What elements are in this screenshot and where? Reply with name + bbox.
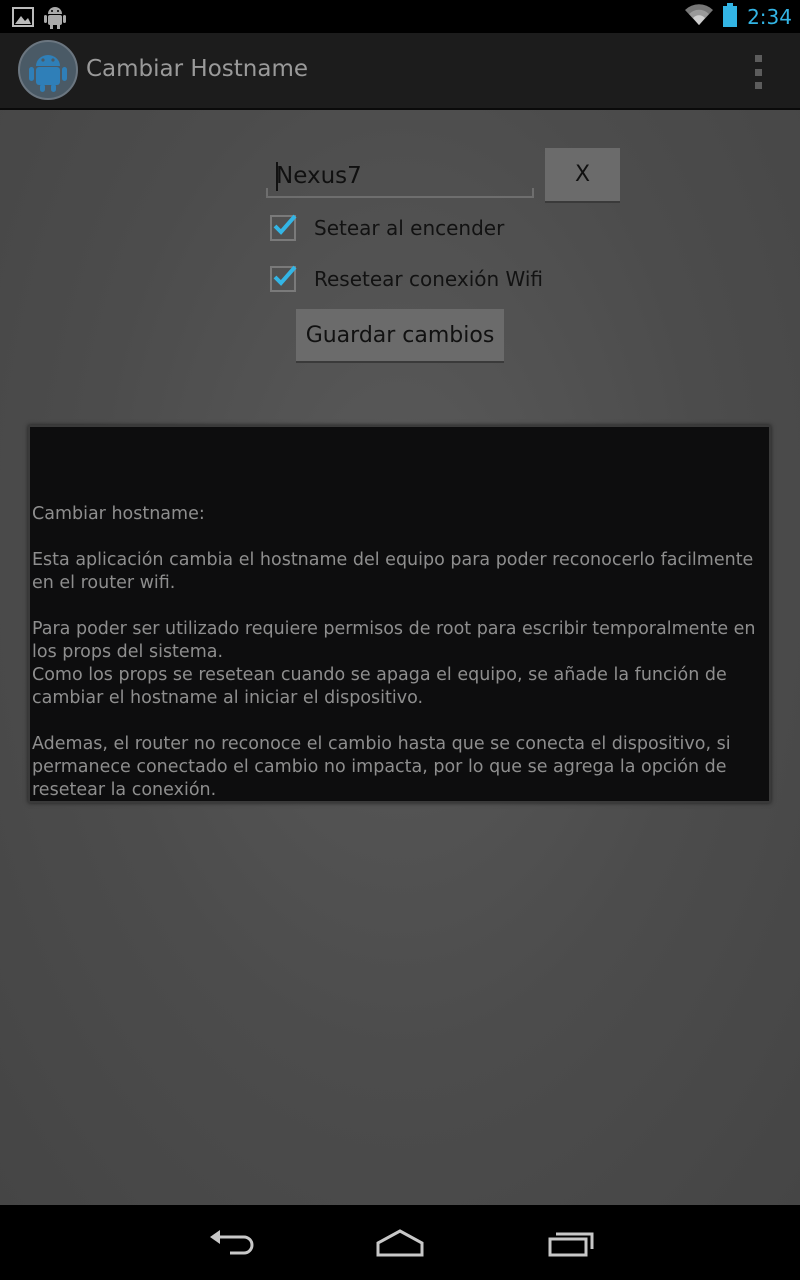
page-title: Cambiar Hostname xyxy=(86,56,309,82)
checkmark-icon xyxy=(273,214,297,235)
recent-apps-icon[interactable] xyxy=(546,1223,596,1267)
checkmark-icon xyxy=(273,265,297,286)
wifi-icon xyxy=(685,4,714,30)
text-cursor xyxy=(276,162,278,191)
navigation-bar xyxy=(0,1205,800,1280)
status-bar: 2:34 xyxy=(0,0,800,33)
info-paragraph-2b: Como los props se resetean cuando se apa… xyxy=(32,665,727,708)
battery-icon xyxy=(723,3,738,31)
android-app-icon[interactable] xyxy=(18,40,78,100)
resetear-wifi-label: Resetear conexión Wifi xyxy=(314,267,544,291)
hostname-input[interactable] xyxy=(276,160,526,192)
setear-al-encender-label: Setear al encender xyxy=(314,216,505,240)
info-heading: Cambiar hostname: xyxy=(32,504,205,524)
info-paragraph-1: Esta aplicación cambia el hostname del e… xyxy=(32,550,754,593)
gallery-notification-icon xyxy=(12,7,34,31)
setear-al-encender-checkbox[interactable] xyxy=(270,214,297,241)
info-paragraph-2a: Para poder ser utilizado requiere permis… xyxy=(32,619,756,662)
main-content: X Setear al encender Resetear conexión W… xyxy=(0,110,800,1205)
resetear-wifi-option[interactable]: Resetear conexión Wifi xyxy=(270,264,543,294)
setear-al-encender-option[interactable]: Setear al encender xyxy=(270,213,504,243)
save-button[interactable]: Guardar cambios xyxy=(296,309,504,363)
clear-button[interactable]: X xyxy=(545,148,620,203)
hostname-field[interactable] xyxy=(266,152,534,198)
back-icon[interactable] xyxy=(206,1223,254,1267)
info-panel: Cambiar hostname: Esta aplicación cambia… xyxy=(28,425,771,803)
info-paragraph-3: Ademas, el router no reconoce el cambio … xyxy=(32,734,731,800)
action-bar: Cambiar Hostname xyxy=(0,33,800,110)
resetear-wifi-checkbox[interactable] xyxy=(270,265,297,292)
android-debug-icon xyxy=(44,5,66,33)
status-time: 2:34 xyxy=(747,5,792,29)
overflow-menu-icon[interactable] xyxy=(748,55,768,89)
home-icon[interactable] xyxy=(374,1223,426,1267)
